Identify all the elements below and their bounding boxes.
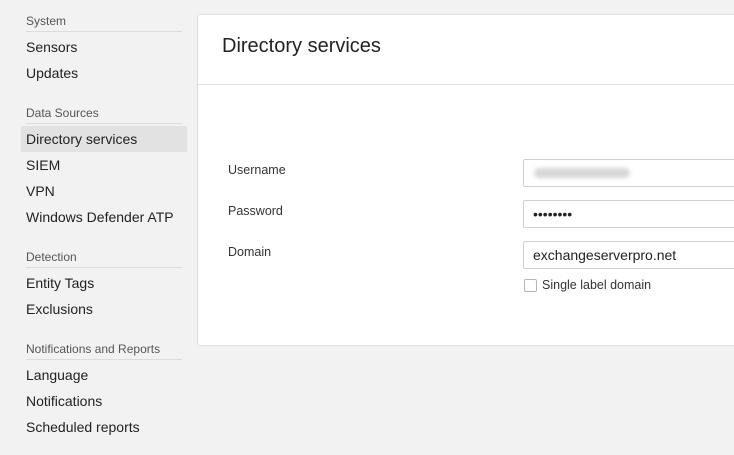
sidebar-item-exclusions[interactable]: Exclusions <box>21 296 187 322</box>
sidebar-item-notifications[interactable]: Notifications <box>21 388 187 414</box>
panel-header: Directory services <box>198 15 734 85</box>
username-redacted-value <box>534 168 630 178</box>
section-header-data-sources: Data Sources <box>26 106 182 124</box>
sidebar-item-sensors[interactable]: Sensors <box>21 34 187 60</box>
sidebar-item-language[interactable]: Language <box>21 362 187 388</box>
single-label-domain-label: Single label domain <box>542 278 652 292</box>
single-label-domain-checkbox[interactable] <box>524 279 537 292</box>
section-header-system: System <box>26 14 182 32</box>
section-header-notifications-reports: Notifications and Reports <box>26 342 182 360</box>
password-label: Password <box>228 204 283 218</box>
username-label: Username <box>228 163 286 177</box>
sidebar-item-siem[interactable]: SIEM <box>21 152 187 178</box>
directory-services-panel: Directory services Username Password Dom… <box>197 14 734 346</box>
domain-input[interactable] <box>523 241 734 269</box>
password-input[interactable] <box>523 200 734 228</box>
sidebar-item-vpn[interactable]: VPN <box>21 178 187 204</box>
sidebar-item-scheduled-reports[interactable]: Scheduled reports <box>21 414 187 440</box>
settings-sidebar: System Sensors Updates Data Sources Dire… <box>0 0 190 455</box>
sidebar-item-updates[interactable]: Updates <box>21 60 187 86</box>
page-title: Directory services <box>222 35 381 57</box>
sidebar-item-directory-services[interactable]: Directory services <box>21 126 187 152</box>
sidebar-item-entity-tags[interactable]: Entity Tags <box>21 270 187 296</box>
domain-label: Domain <box>228 245 272 259</box>
app-root: System Sensors Updates Data Sources Dire… <box>0 0 734 455</box>
sidebar-item-windows-defender-atp[interactable]: Windows Defender ATP <box>21 204 187 230</box>
section-header-detection: Detection <box>26 250 182 268</box>
